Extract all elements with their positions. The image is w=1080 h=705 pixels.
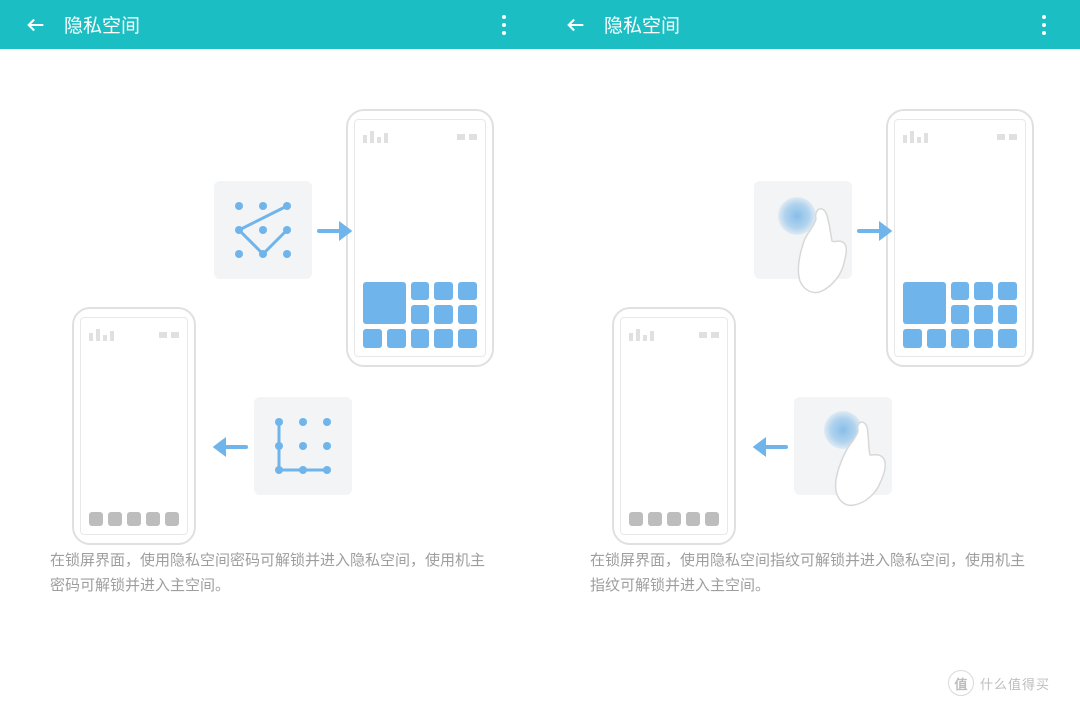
- arrow-right-icon: [855, 221, 899, 241]
- back-arrow-icon: [25, 14, 47, 36]
- overflow-menu-button[interactable]: [1020, 1, 1068, 49]
- watermark-text: 什么值得买: [980, 674, 1050, 693]
- phone-main-space: [72, 307, 196, 545]
- description-text: 在锁屏界面，使用隐私空间指纹可解锁并进入隐私空间，使用机主指纹可解锁并进入主空间…: [560, 549, 1060, 619]
- fingerprint-card-main: [794, 397, 892, 495]
- overflow-menu-button[interactable]: [480, 1, 528, 49]
- phone-private-space: [346, 109, 494, 367]
- back-button[interactable]: [552, 1, 600, 49]
- pattern-g-icon: [223, 190, 303, 270]
- left-pane: 隐私空间: [0, 0, 540, 705]
- arrow-right-icon: [315, 221, 359, 241]
- pattern-unlock-illustration: [20, 109, 520, 549]
- finger-touch-icon: [774, 191, 864, 301]
- pattern-l-icon: [263, 406, 343, 486]
- content-right: 在锁屏界面，使用隐私空间指纹可解锁并进入隐私空间，使用机主指纹可解锁并进入主空间…: [540, 49, 1080, 705]
- arrow-left-icon: [746, 437, 790, 457]
- watermark: 值 什么值得买: [948, 669, 1068, 697]
- phone-main-space: [612, 307, 736, 545]
- phone-private-space: [886, 109, 1034, 367]
- back-button[interactable]: [12, 1, 60, 49]
- pattern-card-main: [254, 397, 352, 495]
- more-vert-icon: [1042, 15, 1046, 35]
- arrow-left-icon: [206, 437, 250, 457]
- fingerprint-card-private: [754, 181, 852, 279]
- back-arrow-icon: [565, 14, 587, 36]
- right-pane: 隐私空间: [540, 0, 1080, 705]
- watermark-logo: 值: [948, 670, 974, 696]
- header-left: 隐私空间: [0, 0, 540, 49]
- page-title: 隐私空间: [64, 11, 480, 38]
- description-text: 在锁屏界面，使用隐私空间密码可解锁并进入隐私空间，使用机主密码可解锁并进入主空间…: [20, 549, 520, 619]
- header-right: 隐私空间: [540, 0, 1080, 49]
- content-left: 在锁屏界面，使用隐私空间密码可解锁并进入隐私空间，使用机主密码可解锁并进入主空间…: [0, 49, 540, 705]
- fingerprint-unlock-illustration: [560, 109, 1060, 549]
- finger-touch-icon: [812, 405, 902, 515]
- more-vert-icon: [502, 15, 506, 35]
- pattern-card-private: [214, 181, 312, 279]
- page-title: 隐私空间: [604, 11, 1020, 38]
